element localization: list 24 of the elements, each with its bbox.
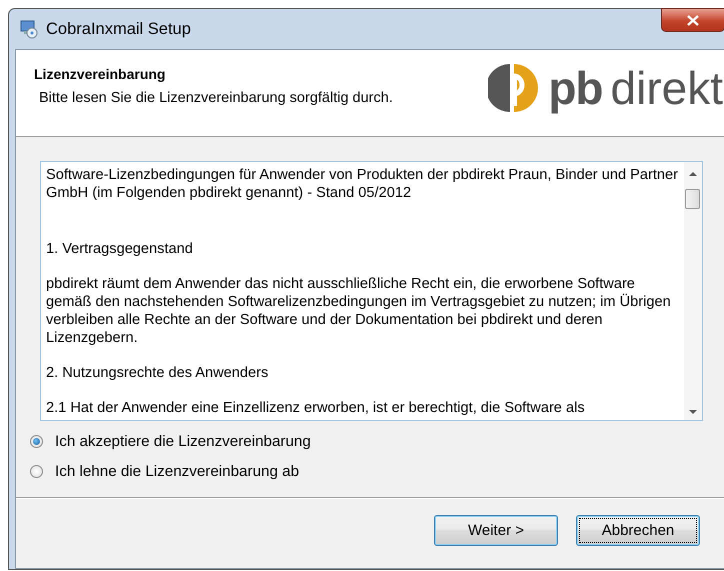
next-button[interactable]: Weiter > (434, 515, 558, 546)
license-paragraph: 2.1 Hat der Anwender eine Einzellizenz erworben, ist er berechtigt, die Software als (46, 399, 586, 417)
close-button[interactable] (661, 8, 724, 32)
page-title: Lizenzvereinbarung (34, 66, 166, 82)
license-paragraph: 2. Nutzungsrechte des Anwenders (46, 364, 270, 382)
installer-icon (19, 19, 39, 39)
close-icon (687, 14, 699, 26)
radio-option[interactable]: Ich akzeptiere die Lizenzvereinbarung (30, 433, 724, 450)
license-paragraph: pbdirekt räumt dem Anwender das nicht ausschließliche Recht ein, die erworbene Software gemäß den nachstehenden Softwarelizenzbedingungen im Vertragsgebiet zu nutzen; im Übrigen verbleiben alle Rechte an der Software und der Dokumentation bei pbdirekt und deren Lizenzgebern. (46, 275, 672, 347)
page-subtitle: Bitte lesen Sie die Lizenzvereinbarung sorgfältig durch. (39, 90, 393, 106)
license-paragraph: 1. Vertragsgegenstand (46, 240, 194, 258)
scrollbar[interactable] (684, 162, 702, 420)
license-paragraph: Software-Lizenzbedingungen für Anwender von Produkten der pbdirekt Praun, Binder und Partner GmbH (im Folgenden pbdirekt genannt) - Stand 05/2012 (46, 166, 678, 202)
license-text-box[interactable] (40, 161, 703, 421)
logo-text: pb (548, 61, 603, 115)
window-title: CobraInxmail Setup (46, 20, 191, 38)
radio-button[interactable] (30, 435, 43, 448)
radio-button[interactable] (30, 465, 43, 478)
radio-label: Ich lehne die Lizenzvereinbarung ab (55, 463, 300, 480)
radio-option[interactable]: Ich lehne die Lizenzvereinbarung ab (30, 463, 724, 480)
cancel-button[interactable]: Abbrechen (576, 515, 700, 546)
logo-text: direkt (610, 61, 723, 115)
radio-label: Ich akzeptiere die Lizenzvereinbarung (55, 433, 311, 450)
logo-mark-icon (488, 62, 540, 114)
